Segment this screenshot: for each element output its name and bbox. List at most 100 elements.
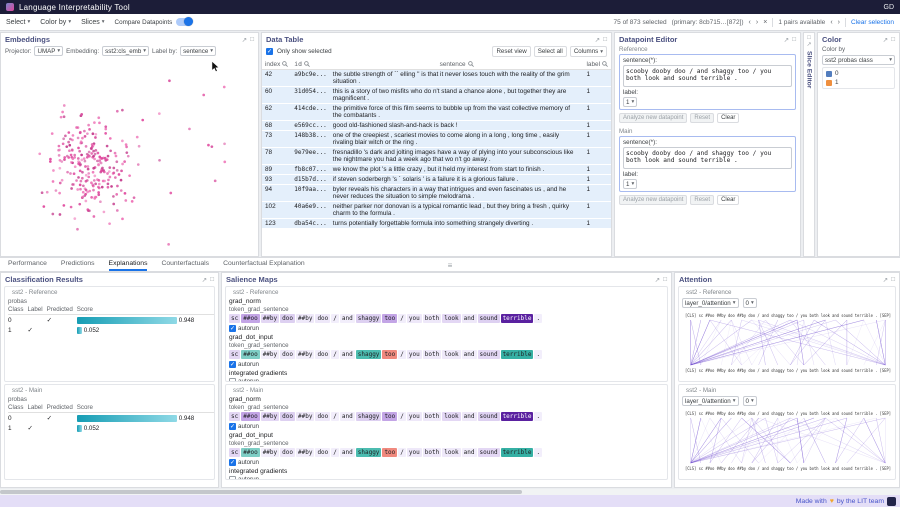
slices-menu[interactable]: Slices ▾ [81,19,104,26]
head-select[interactable]: 0▾ [743,298,757,308]
salience-token: / [398,314,406,323]
prev-datapoint-button[interactable]: ‹ [749,19,751,26]
popout-icon[interactable]: ↗ [242,36,247,44]
popout-icon[interactable]: ↗ [883,276,888,284]
popout-icon[interactable]: ↗ [202,276,207,284]
autorun-toggle[interactable]: ✓autorun [229,459,664,466]
table-row[interactable]: 9410f9aa...byler reveals his characters … [262,185,611,202]
tab-explanations[interactable]: Explanations [109,258,148,271]
maximize-icon[interactable]: □ [792,36,796,44]
prev-pair-button[interactable]: ‹ [830,19,832,26]
deselect-datapoint-icon[interactable]: × [763,19,767,26]
table-row[interactable]: 6031d054...this is a story of two misfit… [262,87,611,104]
clear-button[interactable]: Clear [717,195,739,205]
data-table-scroll-area[interactable]: index id sentence label 42a9bc9e...the s… [262,59,611,256]
next-pair-button[interactable]: › [838,19,840,26]
popout-icon[interactable]: ↗ [806,41,811,48]
analyze-new-datapoint-button[interactable]: Analyze new datapoint [619,195,687,205]
table-row[interactable]: 93d15b7d...if steven soderbergh 's ` sol… [262,175,611,185]
user-avatar[interactable]: GD [884,4,895,11]
search-icon[interactable] [282,61,288,67]
cell-id: 148b38... [291,131,330,148]
table-row[interactable]: 68e569cc...good old-fashioned slash-and-… [262,121,611,131]
salience-token: ##by [296,314,314,323]
maximize-icon[interactable]: □ [210,276,214,284]
score-bar: 0.052 [77,425,215,432]
label-by-select[interactable]: sentence ▾ [180,46,216,56]
autorun-toggle[interactable]: ✓autorun [229,423,664,430]
clear-button[interactable]: Clear [717,113,739,123]
datapoint-editor-title: Datapoint Editor [619,35,677,44]
column-header: Predicted [47,306,77,315]
search-icon[interactable] [602,61,608,67]
salience-method-name: grad_norm [229,396,664,403]
tab-counterfactuals[interactable]: Counterfactuals [161,258,209,271]
cell-sentence: byler reveals his characters in a way th… [330,185,584,202]
table-row[interactable]: 10240a6e9...neither parker nor donovan i… [262,202,611,219]
popout-icon[interactable]: ↗ [655,276,660,284]
search-icon[interactable] [468,61,474,67]
head-select[interactable]: 0▾ [743,396,757,406]
autorun-toggle[interactable]: ✓autorun [229,325,664,332]
salience-token: too [382,412,397,421]
maximize-icon[interactable]: □ [663,276,667,284]
table-row[interactable]: 42a9bc9e...the subtle strength of `` ell… [262,70,611,87]
compare-datapoints-toggle[interactable] [176,18,192,26]
column-header-index[interactable]: index [262,59,291,70]
select-all-button[interactable]: Select all [534,46,567,57]
classification-title: Classification Results [5,275,83,284]
salience-token: too [382,350,397,359]
score-bar-fill [77,415,177,422]
maximize-icon[interactable]: □ [891,36,895,44]
table-row[interactable]: 73148b38...one of the creepiest , scarie… [262,131,611,148]
column-header-id[interactable]: id [291,59,330,70]
table-row[interactable]: 62414cde...the primitive force of this f… [262,104,611,121]
select-menu[interactable]: Select ▾ [6,19,30,26]
popout-icon[interactable]: ↗ [595,36,600,44]
autorun-toggle[interactable]: autorun [229,476,664,480]
slice-editor-module-minimized[interactable]: □ ↗ Slice Editor [803,32,815,257]
chevron-down-icon: ▾ [889,57,892,63]
column-header-sentence[interactable]: sentence [330,59,584,70]
color-by-menu[interactable]: Color by ▾ [40,19,71,26]
popout-icon[interactable]: ↗ [883,36,888,44]
next-datapoint-button[interactable]: › [756,19,758,26]
clear-selection-button[interactable]: Clear selection [851,19,894,26]
autorun-toggle[interactable]: autorun [229,378,664,382]
embedding-plot[interactable] [1,58,258,256]
label-select[interactable]: 1▾ [623,179,637,189]
salience-token: shaggy [356,448,382,457]
reset-view-button[interactable]: Reset view [492,46,530,57]
color-by-select[interactable]: sst2 probas class ▾ [822,55,895,65]
label-by-label: Label by: [152,48,177,55]
maximize-icon[interactable]: □ [891,276,895,284]
analyze-new-datapoint-button[interactable]: Analyze new datapoint [619,113,687,123]
table-row[interactable]: 123dba54c...turns potentially forgettabl… [262,219,611,229]
popout-icon[interactable]: ↗ [784,36,789,44]
table-row[interactable]: 789e79ee...fresnadillo 's dark and jolti… [262,148,611,165]
tab-counterfactual-explanation[interactable]: Counterfactual Explanation [223,258,305,271]
sentence-input[interactable]: scooby dooby doo / and shaggy too / you … [623,147,792,169]
maximize-icon[interactable]: □ [250,36,254,44]
sentence-input[interactable]: scooby dooby doo / and shaggy too / you … [623,65,792,87]
label-select[interactable]: 1▾ [623,97,637,107]
reset-button[interactable]: Reset [690,113,714,123]
column-header: Score [77,404,215,413]
autorun-toggle[interactable]: ✓autorun [229,361,664,368]
columns-button[interactable]: Columns ▾ [570,46,607,57]
layer-select[interactable]: layer_0/attention▾ [682,298,739,308]
embedding-select[interactable]: sst2:cls_emb ▾ [102,46,149,56]
drag-handle[interactable]: ≡ [448,261,453,270]
layer-select[interactable]: layer_0/attention▾ [682,396,739,406]
search-icon[interactable] [304,61,310,67]
tab-performance[interactable]: Performance [8,258,47,271]
only-show-selected-checkbox[interactable]: ✓ [266,48,273,55]
maximize-icon[interactable]: □ [603,36,607,44]
projector-select[interactable]: UMAP ▾ [34,46,63,56]
table-row[interactable]: 89fb8c07...we know the plot 's a little … [262,165,611,175]
tab-predictions[interactable]: Predictions [61,258,95,271]
reset-button[interactable]: Reset [690,195,714,205]
scrollbar-thumb[interactable] [0,490,522,494]
lit-footer-logo[interactable] [887,497,896,506]
column-header-label[interactable]: label [583,59,611,70]
